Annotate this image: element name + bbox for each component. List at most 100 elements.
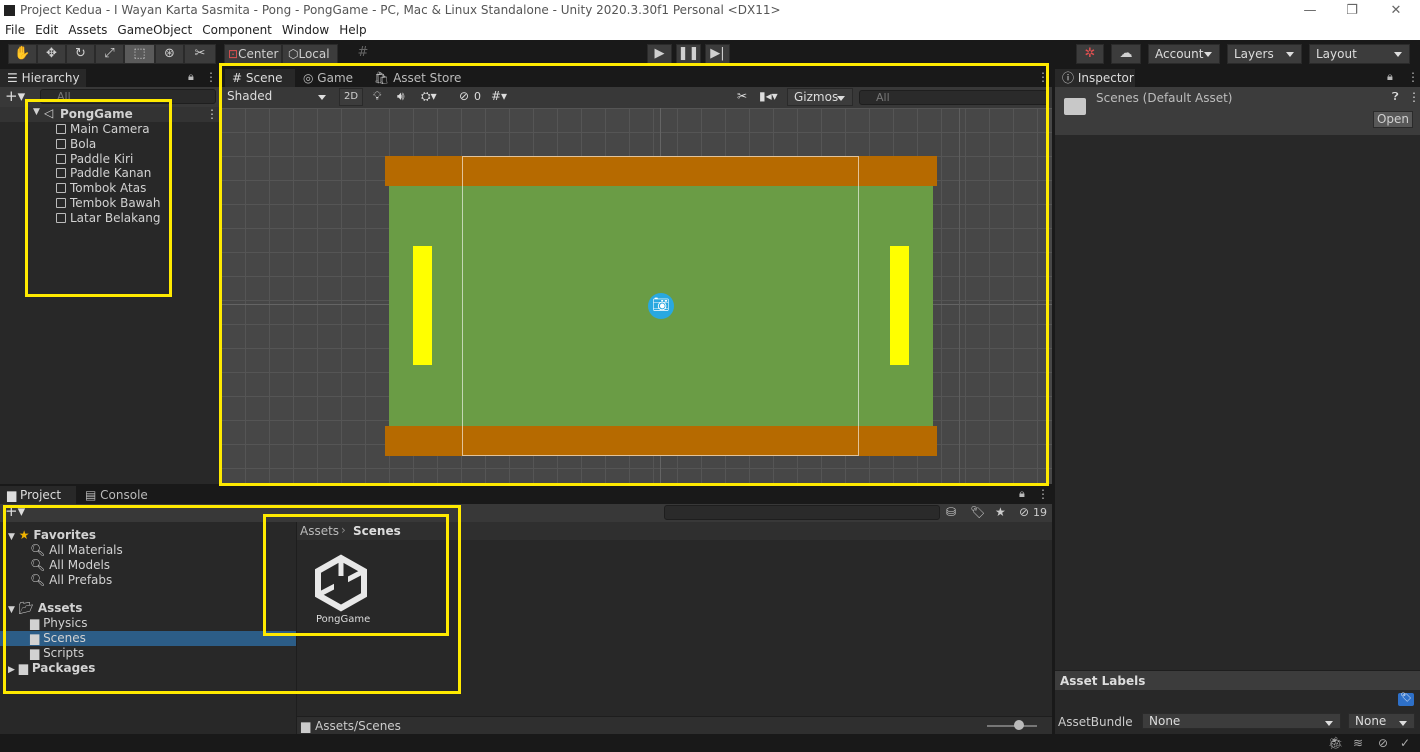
fav-all-prefabs[interactable]: 🔍︎ All Prefabs xyxy=(30,573,112,587)
no-cache-icon[interactable]: ⊘ xyxy=(1378,736,1388,750)
move-tool-icon[interactable]: ✥ xyxy=(37,44,66,64)
scale-tool-icon[interactable]: ⤢ xyxy=(95,44,124,64)
rect-tool-icon[interactable]: ⬚ xyxy=(124,44,155,64)
help-icon[interactable]: ❓︎ xyxy=(1392,90,1399,104)
menu-assets[interactable]: Assets xyxy=(63,22,112,37)
hierarchy-search-input[interactable]: All xyxy=(40,89,216,104)
menu-component[interactable]: Component xyxy=(197,22,277,37)
folder-scenes[interactable]: ▆ Scenes xyxy=(0,631,296,646)
tab-game[interactable]: ◎ Game xyxy=(296,69,360,87)
settings-kebab-icon[interactable]: ⋮ xyxy=(1408,90,1420,104)
icon-size-slider[interactable] xyxy=(987,725,1037,727)
tab-inspector[interactable]: ⓘ Inspector xyxy=(1055,69,1135,87)
folder-physics[interactable]: ▆ Physics xyxy=(30,616,87,630)
add-icon[interactable]: +▾ xyxy=(5,87,25,105)
2d-toggle-button[interactable]: 2D xyxy=(339,88,363,106)
tools-icon[interactable]: ✂ xyxy=(737,89,747,103)
kebab-menu-icon[interactable]: ⋮ xyxy=(205,70,217,84)
inspector-kebab-icon[interactable]: ⋮ xyxy=(1407,70,1419,84)
breadcrumb-root[interactable]: Assets xyxy=(300,524,339,538)
pivot-local-button[interactable]: ⬡Local xyxy=(282,44,338,64)
menu-window[interactable]: Window xyxy=(277,22,334,37)
check-icon[interactable]: ✓ xyxy=(1400,736,1410,750)
label-tag-icon[interactable]: 🏷︎ xyxy=(1398,693,1414,706)
menu-gameobject[interactable]: GameObject xyxy=(112,22,197,37)
project-lock-icon[interactable]: 🔒︎ xyxy=(1019,487,1025,501)
hand-tool-icon[interactable]: ✋ xyxy=(8,44,37,64)
scene-file-label[interactable]: PongGame xyxy=(316,614,370,625)
asset-bundle-dropdown[interactable]: None xyxy=(1142,713,1341,729)
grid-snap-icon[interactable]: # xyxy=(350,44,376,64)
open-button[interactable]: Open xyxy=(1373,111,1413,128)
minimize-button[interactable]: — xyxy=(1288,0,1332,22)
fav-all-models[interactable]: 🔍︎ All Models xyxy=(30,558,110,572)
layers-dropdown[interactable]: Layers xyxy=(1227,44,1302,64)
pause-button-icon[interactable]: ❚❚ xyxy=(676,44,701,64)
pivot-center-button[interactable]: ⊡Center xyxy=(224,44,282,64)
scene-search-input[interactable]: All xyxy=(859,90,1049,105)
project-search-input[interactable] xyxy=(664,505,940,520)
cloud-icon[interactable]: ☁ xyxy=(1111,44,1141,64)
account-dropdown[interactable]: Account xyxy=(1148,44,1220,64)
hidden-objects-icon[interactable]: ⊘ xyxy=(459,89,469,103)
filter-type-icon[interactable]: ⛁ xyxy=(946,505,956,519)
menu-edit[interactable]: Edit xyxy=(30,22,63,37)
scene-menu-kebab-icon[interactable]: ⋮ xyxy=(1037,70,1049,84)
scene-viewport[interactable]: 📷︎ xyxy=(221,108,1052,484)
icon-size-slider-thumb[interactable] xyxy=(1014,720,1024,730)
tab-scene[interactable]: # Scene xyxy=(225,69,295,87)
grid-icon[interactable]: #▾ xyxy=(491,89,507,103)
step-button-icon[interactable]: ▶| xyxy=(705,44,730,64)
effects-icon[interactable]: ⛭▾ xyxy=(421,89,437,104)
close-button[interactable]: ✕ xyxy=(1374,0,1418,22)
rotate-tool-icon[interactable]: ↻ xyxy=(66,44,95,64)
hierarchy-item[interactable]: Tombok Atas xyxy=(56,181,146,195)
collab-icon[interactable]: ✲ xyxy=(1076,44,1104,64)
menu-help[interactable]: Help xyxy=(334,22,371,37)
transform-tool-icon[interactable]: ⊛ xyxy=(155,44,184,64)
bug-icon[interactable]: 🐞︎ xyxy=(1328,736,1343,750)
favorite-star-icon[interactable]: ★ xyxy=(995,505,1006,519)
asset-variant-dropdown[interactable]: None xyxy=(1348,713,1415,729)
gameobject-cube-icon xyxy=(56,138,66,149)
scene-menu-icon[interactable]: ⋮ xyxy=(206,107,218,121)
scene-root-row[interactable]: ▼ ◁ PongGame ⋮ xyxy=(0,106,219,122)
maximize-button[interactable]: ❐ xyxy=(1330,0,1374,22)
filter-label-icon[interactable]: 🏷︎ xyxy=(970,505,985,519)
stack-icon[interactable]: ≋ xyxy=(1353,736,1363,750)
hierarchy-item[interactable]: Latar Belakang xyxy=(56,211,160,225)
hierarchy-item[interactable]: Paddle Kiri xyxy=(56,152,133,166)
hierarchy-item[interactable]: Bola xyxy=(56,137,96,151)
fav-all-materials[interactable]: 🔍︎ All Materials xyxy=(30,543,123,557)
audio-icon[interactable]: 🔊︎ xyxy=(397,89,405,104)
paddle-right[interactable] xyxy=(890,246,909,365)
paddle-left[interactable] xyxy=(413,246,432,365)
play-button-icon[interactable]: ▶ xyxy=(647,44,672,64)
assets-root-row[interactable]: ▼ 📂︎ Assets xyxy=(8,601,82,615)
hierarchy-item[interactable]: Main Camera xyxy=(56,122,150,136)
custom-tool-icon[interactable]: ✂ xyxy=(184,44,216,64)
inspector-lock-icon[interactable]: 🔒︎ xyxy=(1387,70,1393,84)
hidden-packages-icon[interactable]: ⊘ xyxy=(1019,505,1029,519)
tab-hierarchy[interactable]: ☰ Hierarchy xyxy=(0,69,86,87)
create-icon[interactable]: +▾ xyxy=(5,502,25,520)
menu-file[interactable]: File xyxy=(0,22,30,37)
packages-row[interactable]: ▶ ▆ Packages xyxy=(8,661,95,675)
camera-icon[interactable]: ▮◂▾ xyxy=(759,89,778,103)
shading-mode-dropdown[interactable]: Shaded xyxy=(221,88,333,106)
hierarchy-item[interactable]: Paddle Kanan xyxy=(56,166,151,180)
lighting-icon[interactable]: 💡︎ xyxy=(373,89,381,104)
tab-console[interactable]: ▤ Console xyxy=(78,486,155,504)
gizmos-dropdown[interactable]: Gizmos xyxy=(787,88,853,106)
camera-gizmo-icon[interactable]: 📷︎ xyxy=(648,293,674,319)
tab-asset-store[interactable]: 🛍︎ Asset Store xyxy=(367,69,468,87)
lock-icon[interactable]: 🔒︎ xyxy=(188,70,194,84)
folder-scripts[interactable]: ▆ Scripts xyxy=(30,646,84,660)
project-kebab-icon[interactable]: ⋮ xyxy=(1037,487,1049,501)
expand-arrow-icon[interactable]: ▼ xyxy=(33,107,40,117)
hierarchy-item[interactable]: Tembok Bawah xyxy=(56,196,160,210)
unity-scene-file-icon[interactable] xyxy=(312,554,370,612)
favorites-row[interactable]: ▼ ★ Favorites xyxy=(8,528,96,542)
layout-dropdown[interactable]: Layout xyxy=(1309,44,1410,64)
breadcrumb-current[interactable]: Scenes xyxy=(353,524,401,538)
